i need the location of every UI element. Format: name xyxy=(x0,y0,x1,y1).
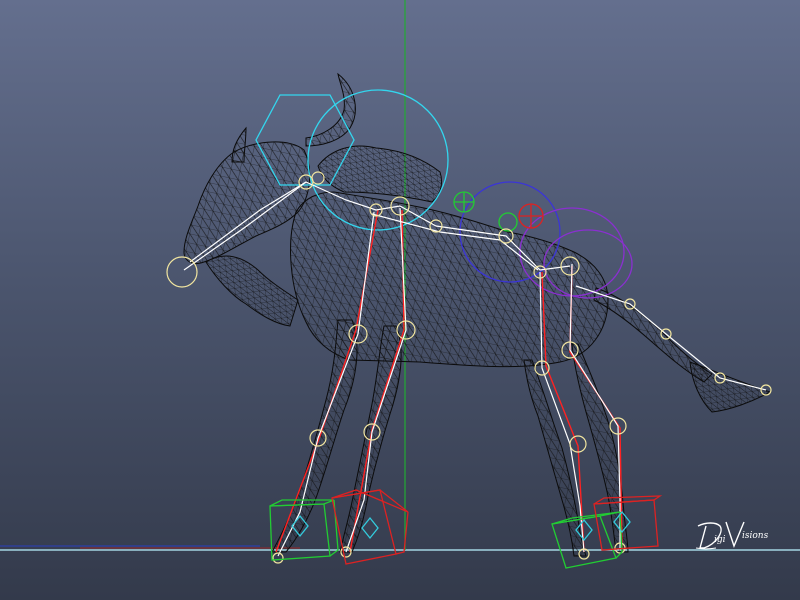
watermark: igi isions DigiVisions xyxy=(692,518,792,552)
joint-skull-inner[interactable] xyxy=(311,171,325,185)
viewport[interactable]: igi isions DigiVisions xyxy=(0,0,800,600)
foot-control-front-far-top[interactable] xyxy=(331,489,409,513)
mesh-tail-tuft[interactable] xyxy=(689,361,772,413)
foot-control-front-far[interactable] xyxy=(331,489,409,565)
foot-control-rear-far-top[interactable] xyxy=(593,495,663,505)
foot-pivot-front-far[interactable] xyxy=(361,516,379,540)
svg-text:igi: igi xyxy=(714,535,726,545)
foot-controls[interactable] xyxy=(269,489,663,569)
scene[interactable] xyxy=(0,0,800,600)
joint-nose[interactable] xyxy=(166,256,198,288)
mesh-beard[interactable] xyxy=(205,255,299,327)
wireframe-mesh[interactable] xyxy=(183,72,772,557)
mesh-horn-right[interactable] xyxy=(305,72,356,147)
mesh-front-leg-near[interactable] xyxy=(271,319,358,553)
spine-marker-green[interactable] xyxy=(498,212,518,232)
foot-control-front-far-side xyxy=(395,511,409,555)
digivisions-logo-icon: igi isions xyxy=(695,521,769,550)
svg-text:isions: isions xyxy=(742,531,769,541)
joint-front-hoof-near[interactable] xyxy=(272,552,284,564)
